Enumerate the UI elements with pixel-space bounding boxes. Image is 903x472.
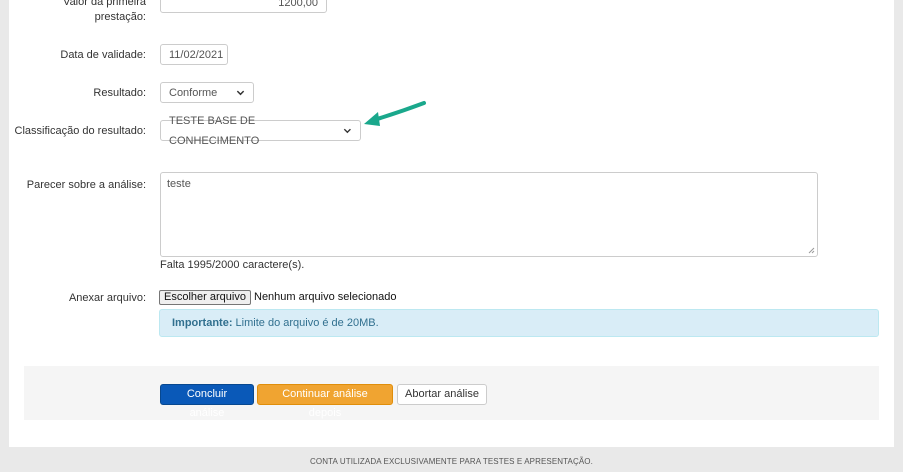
label-anexar: Anexar arquivo: [68,292,146,304]
file-status: Nenhum arquivo selecionado [254,291,397,303]
primeira-prestacao-value: 1200,00 [278,0,318,9]
chevron-down-icon [236,90,245,96]
label-classificacao: Classificação do resultado: [14,125,146,137]
label-primeira-prestacao-text: Valor da primeira prestação: [63,0,146,23]
data-validade-value: 11/02/2021 [169,49,224,61]
parecer-textarea[interactable]: teste [160,172,818,257]
label-parecer: Parecer sobre a análise: [26,179,146,191]
label-data-validade: Data de validade: [60,49,146,61]
annotation-arrow-icon [364,101,426,126]
chevron-down-icon [344,128,352,134]
abortar-analise-button[interactable]: Abortar análise [397,384,487,405]
parecer-value: teste [167,178,191,190]
continuar-analise-button[interactable]: Continuar análise depois [257,384,393,419]
classificacao-selected: TESTE BASE DE CONHECIMENTO [169,114,260,147]
label-resultado: Resultado: [93,87,146,99]
classificacao-select[interactable]: TESTE BASE DE CONHECIMENTO [160,115,361,147]
char-counter: Falta 1995/2000 caractere(s). [160,259,305,271]
data-validade-input[interactable]: 11/02/2021 [160,44,228,65]
resultado-selected: Conforme [169,86,218,99]
primeira-prestacao-input[interactable]: 1200,00 [160,0,327,13]
footer-note: CONTA UTILIZADA EXCLUSIVAMENTE PARA TEST… [310,457,593,466]
file-limit-alert: Importante: Limite do arquivo é de 20MB. [159,309,879,337]
resultado-select[interactable]: Conforme [160,82,254,103]
label-primeira-prestacao: Valor da primeira prestação: [9,0,146,25]
resize-grip-icon[interactable] [808,247,815,254]
alert-text: Limite do arquivo é de 20MB. [232,317,379,329]
concluir-analise-button[interactable]: Concluir análise [160,384,254,419]
choose-file-button[interactable]: Escolher arquivo [159,290,251,305]
alert-strong: Importante: [172,317,233,329]
